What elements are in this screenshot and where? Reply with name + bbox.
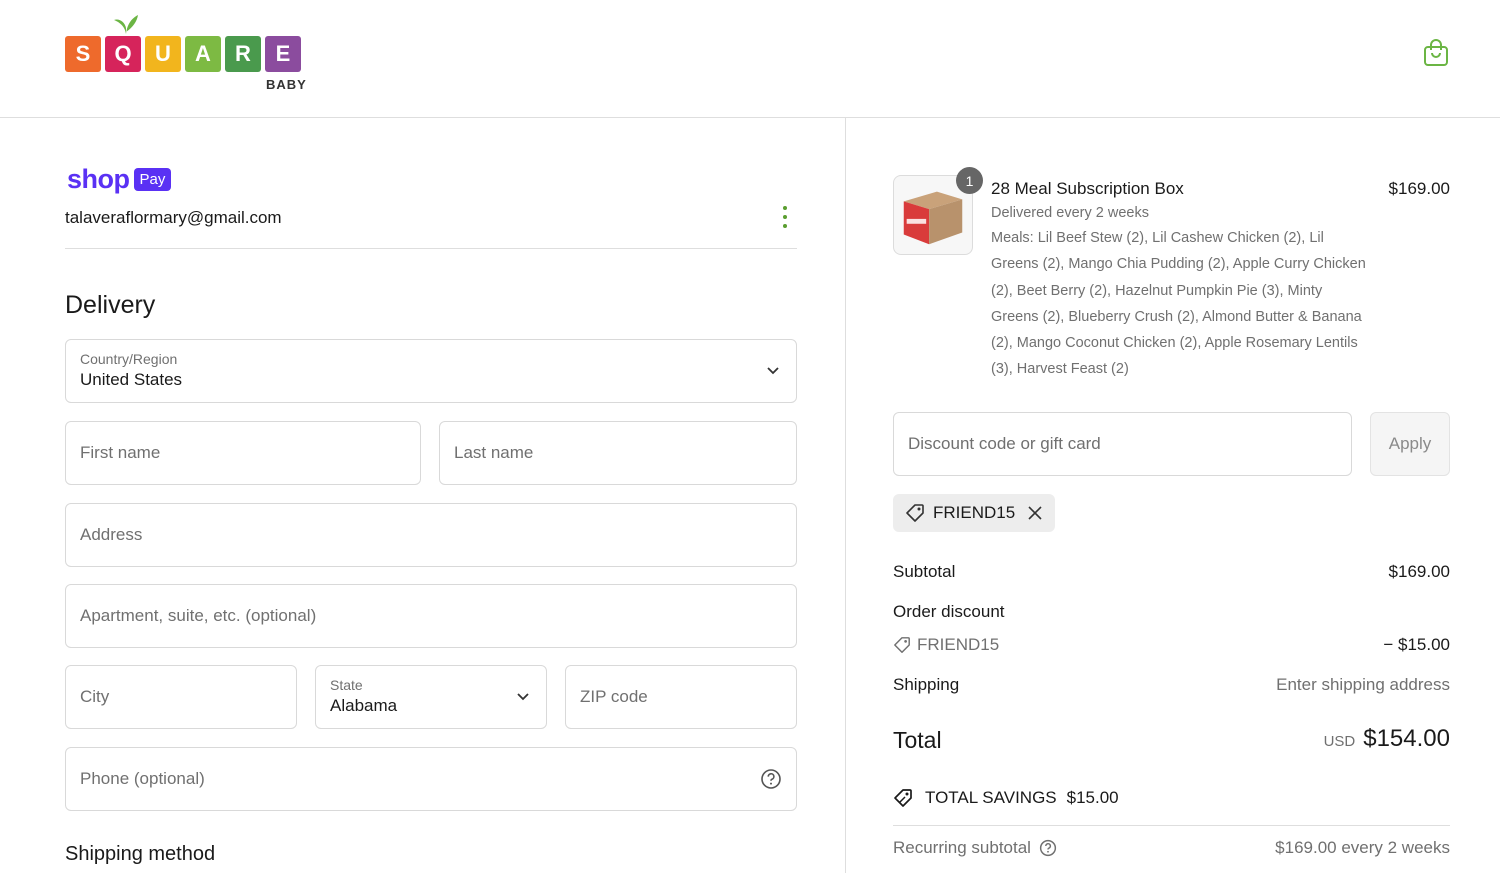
address-placeholder: Address (80, 525, 143, 544)
discount-placeholder: Discount code or gift card (908, 434, 1101, 453)
logo-letter: R (225, 36, 261, 72)
first-name-placeholder: First name (80, 443, 161, 462)
shop-pay-wordmark: shop (67, 164, 130, 194)
logo-letter: Q (105, 36, 141, 72)
delivery-heading: Delivery (65, 291, 156, 319)
savings-divider (893, 825, 1450, 826)
subtotal-label: Subtotal (893, 562, 956, 581)
total-value: USD $154.00 (1324, 725, 1450, 753)
last-name-field[interactable]: Last name (439, 421, 797, 485)
logo-letters: S Q U A R E (65, 36, 301, 72)
apartment-placeholder: Apartment, suite, etc. (optional) (80, 606, 317, 625)
state-value: Alabama (330, 696, 398, 715)
shop-pay-badge: Pay (133, 168, 172, 191)
recurring-label: Recurring subtotal (893, 838, 1031, 857)
discount-code-label: FRIEND15 (917, 635, 1000, 654)
apply-discount-button[interactable]: Apply (1370, 412, 1450, 476)
address-field[interactable]: Address (65, 503, 797, 567)
total-currency: USD (1323, 733, 1356, 750)
close-icon[interactable] (1027, 505, 1043, 521)
chevron-down-icon (767, 367, 779, 375)
total-savings-row: TOTAL SAVINGS $15.00 (893, 788, 1119, 808)
savings-value: $15.00 (1066, 788, 1119, 807)
savings-tag-icon (894, 789, 912, 807)
logo-letter: U (145, 36, 181, 72)
product-frequency: Delivered every 2 weeks (991, 205, 1149, 221)
product-meals-list: Meals: Lil Beef Stew (2), Lil Cashew Chi… (991, 230, 1366, 378)
tag-icon (906, 504, 924, 522)
kebab-menu-icon[interactable] (781, 206, 789, 228)
shopping-bag-icon[interactable] (1421, 38, 1451, 68)
square-baby-logo[interactable]: S Q U A R E BABY (65, 14, 315, 96)
discount-value: − $15.00 (1383, 635, 1450, 654)
shipping-row: Shipping Enter shipping address (893, 675, 1450, 695)
country-value: United States (80, 370, 183, 389)
order-discount-label: Order discount (893, 602, 1005, 621)
logo-letter: A (185, 36, 221, 72)
product-name: 28 Meal Subscription Box (991, 179, 1184, 198)
logo-letter: S (65, 36, 101, 72)
product-price: $169.00 (1388, 179, 1450, 198)
product-thumbnail: 1 (893, 167, 983, 255)
phone-placeholder: Phone (optional) (80, 769, 205, 788)
recurring-value: $169.00 every 2 weeks (1275, 838, 1450, 857)
site-header: S Q U A R E BABY (0, 0, 1500, 118)
total-amount: $154.00 (1363, 725, 1450, 752)
total-label: Total (893, 727, 942, 753)
state-select[interactable]: State Alabama (315, 665, 547, 729)
city-field[interactable]: City (65, 665, 297, 729)
logo-subtitle: BABY (266, 77, 307, 92)
account-email: talaveraflormary@gmail.com (65, 208, 282, 227)
state-label: State (330, 677, 363, 693)
discount-code-input[interactable]: Discount code or gift card (893, 412, 1352, 476)
leaf-icon (114, 15, 138, 34)
contact-divider (65, 248, 797, 249)
zip-field[interactable]: ZIP code (565, 665, 797, 729)
shipping-method-heading: Shipping method (65, 843, 216, 865)
subtotal-row: Subtotal $169.00 (893, 562, 1450, 582)
savings-label: TOTAL SAVINGS (925, 788, 1057, 807)
zip-placeholder: ZIP code (580, 687, 648, 706)
order-discount-row: Order discount (893, 602, 1450, 622)
subtotal-value: $169.00 (1388, 562, 1450, 581)
last-name-placeholder: Last name (454, 443, 534, 462)
logo-letter: E (265, 36, 301, 72)
discount-code-row: FRIEND15 − $15.00 (893, 635, 1450, 655)
help-circle-icon[interactable] (760, 768, 782, 790)
column-divider (845, 118, 846, 873)
shipping-label: Shipping (893, 675, 960, 694)
tag-icon (894, 637, 910, 653)
city-placeholder: City (80, 687, 110, 706)
shipping-value: Enter shipping address (1276, 675, 1450, 694)
country-select[interactable]: Country/Region United States (65, 339, 797, 403)
first-name-field[interactable]: First name (65, 421, 421, 485)
apartment-field[interactable]: Apartment, suite, etc. (optional) (65, 584, 797, 648)
chevron-down-icon (517, 693, 529, 701)
applied-discount-code: FRIEND15 (933, 503, 1016, 522)
country-label: Country/Region (80, 351, 178, 367)
quantity-badge: 1 (956, 167, 983, 194)
shop-pay-logo: shop Pay (67, 164, 172, 195)
recurring-subtotal-row: Recurring subtotal $169.00 every 2 weeks (893, 838, 1450, 858)
applied-discount-chip: FRIEND15 (893, 494, 1056, 532)
phone-field[interactable]: Phone (optional) (65, 747, 797, 811)
help-circle-icon[interactable] (1039, 839, 1057, 857)
